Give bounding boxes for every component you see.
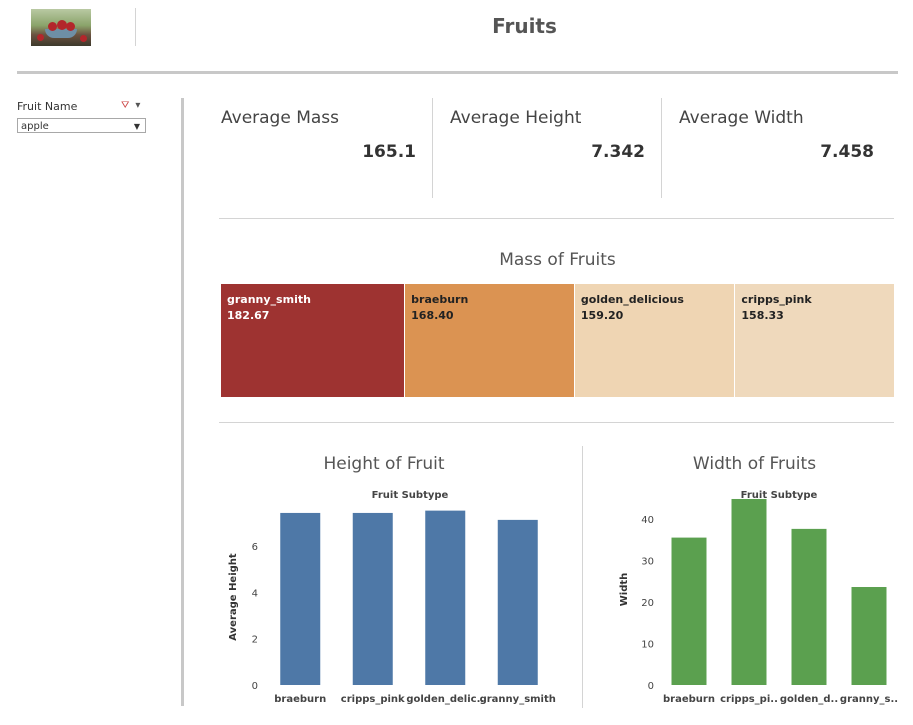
y-tick-label: 0	[648, 681, 654, 692]
bar-0	[671, 537, 707, 685]
y-tick-label: 20	[641, 598, 654, 609]
bar-2	[425, 510, 466, 685]
y-tick-label: 6	[252, 542, 258, 553]
y-tick-label: 30	[641, 556, 654, 567]
bar-2	[791, 528, 827, 685]
height-bar-chart: Fruit Subtype 0 2 4 6 Average Height braeburn c…	[228, 490, 556, 705]
section-rule	[219, 422, 894, 423]
y-tick-label: 2	[252, 635, 258, 646]
treemap-title: Mass of Fruits	[499, 250, 616, 270]
kpi-divider	[661, 98, 662, 198]
treemap-tile-golden-delicious[interactable]: golden_delicious 159.20	[574, 284, 736, 397]
bar-1	[731, 498, 767, 685]
caret-down-icon[interactable]: ▾	[135, 100, 140, 111]
kpi-divider	[432, 98, 433, 198]
treemap-tile-label: golden_delicious	[580, 293, 684, 306]
x-tick-label: cripps_pi..	[720, 694, 778, 705]
x-tick-label: braeburn	[274, 694, 326, 705]
header-rule	[17, 71, 898, 74]
y-tick-label: 40	[641, 515, 654, 526]
kpi-average-width: Average Width 7.458	[677, 98, 890, 198]
bar-3	[497, 519, 538, 685]
y-axis-label: Width	[619, 573, 630, 607]
x-tick-label: granny_s..	[840, 694, 898, 705]
funnel-clear-icon[interactable]: ⛛	[121, 100, 129, 111]
treemap-tile-label: braeburn	[411, 293, 469, 306]
kpi-average-mass: Average Mass 165.1	[219, 98, 432, 198]
treemap-tile-label: cripps_pink	[741, 293, 812, 306]
kpi-label: Average Height	[450, 108, 582, 128]
x-tick-label: cripps_pink	[341, 694, 405, 705]
treemap-tile-value: 168.40	[411, 309, 454, 322]
kpi-value: 7.342	[591, 142, 645, 162]
fruit-photo-icon	[31, 9, 91, 46]
x-tick-label: golden_d..	[780, 694, 838, 705]
filter-controls: ⛛ ▾	[121, 100, 140, 111]
width-bar-chart: Fruit Subtype010203040Widthbraeburn cripp…	[619, 490, 898, 705]
sidebar-divider	[181, 98, 184, 706]
height-chart-title: Height of Fruit	[323, 454, 445, 474]
y-tick-label: 10	[641, 639, 654, 650]
treemap-tile-value: 182.67	[227, 309, 270, 322]
treemap-tile-cripps-pink[interactable]: cripps_pink 158.33	[735, 284, 895, 397]
section-rule	[219, 218, 894, 219]
treemap-tile-granny-smith[interactable]: granny_smith 182.67	[221, 284, 406, 397]
page-title: Fruits	[492, 14, 557, 38]
chart-header: Fruit Subtype	[372, 490, 449, 501]
treemap-tile-braeburn[interactable]: braeburn 168.40	[405, 284, 575, 397]
y-tick-label: 4	[252, 588, 258, 599]
kpi-label: Average Width	[679, 108, 804, 128]
bar-0	[280, 512, 321, 685]
fruit-name-select[interactable]: apple ▼	[17, 118, 146, 133]
treemap-tile-label: granny_smith	[227, 293, 311, 306]
mass-treemap: granny_smith 182.67 braeburn 168.40 golden_d…	[221, 284, 895, 397]
dashboard: Fruits Fruit Name ⛛ ▾ apple ▼ Average Ma…	[0, 0, 913, 725]
x-tick-label: granny_smith	[480, 694, 556, 705]
kpi-value: 7.458	[820, 142, 874, 162]
y-tick-label: 0	[252, 681, 258, 692]
bar-1	[352, 512, 393, 685]
treemap-tile-value: 158.33	[741, 309, 784, 322]
chevron-down-icon: ▼	[133, 122, 140, 131]
kpi-label: Average Mass	[221, 108, 340, 128]
x-tick-label: golden_delic..	[406, 694, 484, 705]
x-tick-label: braeburn	[663, 694, 715, 705]
width-chart-title: Width of Fruits	[692, 454, 817, 474]
treemap-tile-value: 159.20	[580, 309, 624, 322]
fruit-name-select-value: apple	[21, 121, 49, 132]
kpi-average-height: Average Height 7.342	[448, 98, 661, 198]
kpi-value: 165.1	[362, 142, 416, 162]
filter-label: Fruit Name	[17, 100, 78, 113]
bar-3	[851, 587, 887, 685]
y-axis-label: Average Height	[228, 553, 239, 641]
